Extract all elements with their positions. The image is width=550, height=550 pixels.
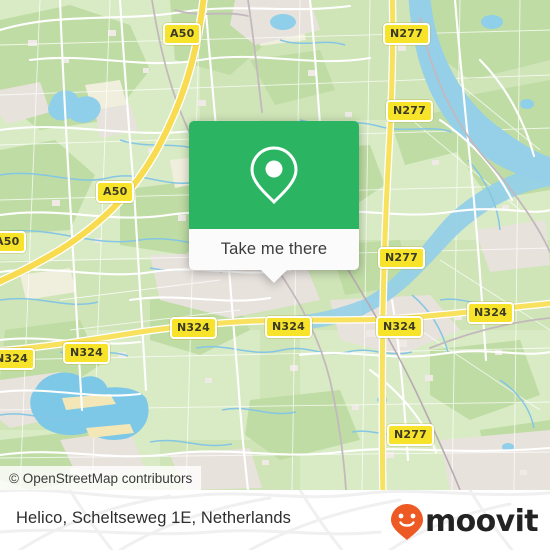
map-pin-icon: [250, 146, 298, 205]
popup-footer[interactable]: Take me there: [189, 229, 359, 283]
moovit-logo[interactable]: moovit: [390, 503, 539, 541]
road-shield-n277-upper[interactable]: N277: [386, 100, 433, 122]
take-me-there-label: Take me there: [220, 240, 328, 258]
address-label: Helico, Scheltseweg 1E, Netherlands: [16, 509, 291, 527]
road-shield-n324-edge[interactable]: N324: [0, 348, 35, 370]
road-shield-a50-edge[interactable]: A50: [0, 231, 27, 253]
map-attribution[interactable]: © OpenStreetMap contributors: [0, 466, 202, 490]
map-screen: A50 N277 N277 A50 A50 N277 N324 N324 N32…: [0, 0, 550, 550]
road-shield-a50-mid[interactable]: A50: [96, 181, 135, 203]
road-shield-n277-top[interactable]: N277: [383, 23, 430, 45]
road-shield-n324-center[interactable]: N324: [265, 316, 312, 338]
moovit-wordmark: moovit: [424, 504, 539, 539]
moovit-smiley-pin-icon: [390, 504, 423, 540]
location-popup-card[interactable]: Take me there: [189, 121, 359, 283]
road-shield-n277-bottom[interactable]: N277: [387, 424, 434, 446]
map-canvas[interactable]: A50 N277 N277 A50 A50 N277 N324 N324 N32…: [0, 0, 550, 490]
road-shield-a50-top[interactable]: A50: [163, 23, 202, 45]
road-shield-n324-center-right[interactable]: N324: [376, 316, 423, 338]
road-shield-n324-left[interactable]: N324: [63, 342, 110, 364]
popup-pointer-tail: [261, 270, 287, 283]
road-shield-n324-right[interactable]: N324: [467, 302, 514, 324]
road-shield-n324-left-center[interactable]: N324: [170, 317, 217, 339]
popup-image-area: [189, 121, 359, 229]
bottom-info-bar: Helico, Scheltseweg 1E, Netherlands moov…: [0, 490, 550, 550]
road-shield-n277-mid[interactable]: N277: [378, 247, 425, 269]
